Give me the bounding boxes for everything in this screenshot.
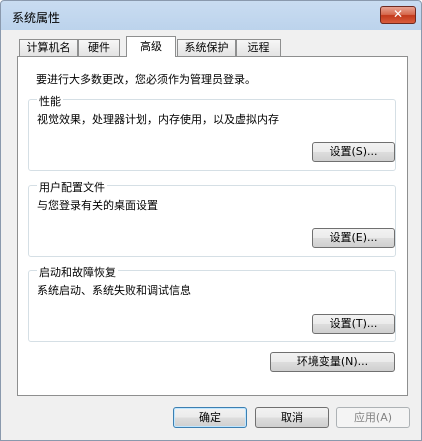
user-profile-settings-button[interactable]: 设置(E)... (312, 228, 395, 248)
performance-title: 性能 (37, 93, 63, 109)
close-icon: ✕ (392, 7, 404, 21)
startup-recovery-desc: 系统启动、系统失败和调试信息 (37, 284, 191, 297)
environment-variables-button[interactable]: 环境变量(N)... (270, 352, 395, 372)
tab-computer-name[interactable]: 计算机名 (19, 39, 78, 56)
tab-remote[interactable]: 远程 (236, 39, 281, 56)
user-profile-title: 用户配置文件 (37, 179, 107, 195)
performance-desc: 视觉效果，处理器计划，内存使用，以及虚拟内存 (37, 113, 279, 126)
startup-recovery-settings-button[interactable]: 设置(T)... (312, 314, 395, 334)
tab-label: 远程 (247, 41, 270, 54)
close-button[interactable]: ✕ (380, 6, 416, 24)
tab-hardware[interactable]: 硬件 (78, 39, 120, 56)
tab-label: 硬件 (88, 41, 110, 54)
tab-label: 高级 (140, 40, 162, 53)
window-title: 系统属性 (12, 11, 61, 25)
tab-label: 系统保护 (184, 41, 229, 54)
tab-label: 计算机名 (26, 41, 71, 54)
system-properties-window: 系统属性 ✕ 计算机名 硬件 高级 系统保护 远程 要进行大多数更改，您必须作为… (0, 0, 422, 441)
ok-button[interactable]: 确定 (173, 407, 247, 428)
startup-recovery-title: 启动和故障恢复 (37, 264, 118, 280)
tab-system-protection[interactable]: 系统保护 (177, 39, 236, 56)
apply-button[interactable]: 应用(A) (336, 407, 410, 428)
user-profile-group: 用户配置文件 与您登录有关的桌面设置 设置(E)... (28, 179, 396, 257)
advanced-panel: 要进行大多数更改，您必须作为管理员登录。 性能 视觉效果，处理器计划，内存使用，… (17, 56, 408, 396)
cancel-button[interactable]: 取消 (255, 407, 329, 428)
startup-recovery-group: 启动和故障恢复 系统启动、系统失败和调试信息 设置(T)... (28, 264, 396, 342)
tab-advanced[interactable]: 高级 (126, 36, 176, 57)
performance-settings-button[interactable]: 设置(S)... (312, 142, 395, 162)
user-profile-desc: 与您登录有关的桌面设置 (37, 199, 158, 212)
admin-notice: 要进行大多数更改，您必须作为管理员登录。 (36, 73, 256, 86)
performance-group: 性能 视觉效果，处理器计划，内存使用，以及虚拟内存 设置(S)... (28, 93, 396, 171)
